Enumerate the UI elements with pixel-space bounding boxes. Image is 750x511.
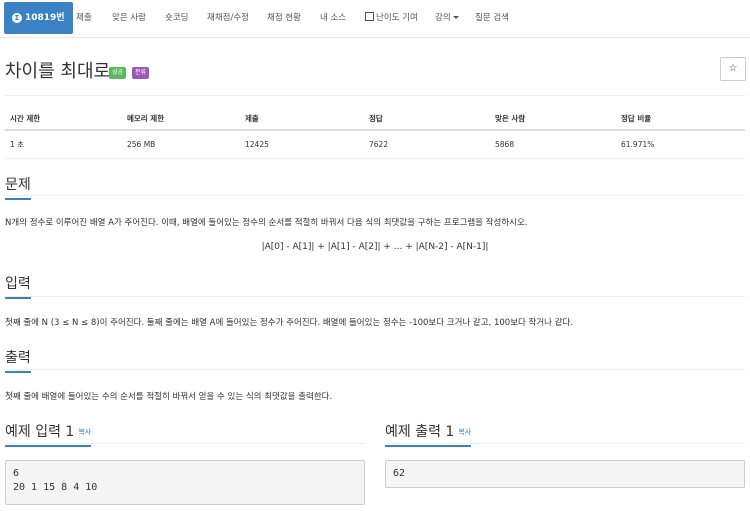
- section-underline: [5, 198, 31, 200]
- stats-table: 시간 제한 메모리 제한 제출 정답 맞은 사람 정답 비율 1 초 256 M…: [5, 108, 745, 159]
- star-button[interactable]: ☆: [720, 57, 746, 81]
- tab-question-search[interactable]: 질문 검색: [475, 0, 509, 37]
- problem-number-label: 10819번: [25, 13, 65, 23]
- section-divider: [385, 443, 745, 444]
- section-underline: [5, 445, 92, 447]
- value-submissions[interactable]: 12425: [240, 130, 364, 159]
- tab-lectures[interactable]: 강의: [435, 0, 459, 37]
- problem-heading-text: 문제: [5, 177, 31, 193]
- section-divider: [5, 443, 365, 444]
- tag-badge[interactable]: 분류: [132, 67, 150, 79]
- copy-sample-output-link[interactable]: 복사: [458, 428, 471, 436]
- lectures-label: 강의: [435, 13, 451, 23]
- value-time-limit: 1 초: [5, 130, 122, 159]
- value-memory-limit: 256 MB: [122, 130, 240, 159]
- stats-row: 1 초 256 MB 12425 7622 5868 61.971%: [5, 130, 745, 159]
- section-underline: [5, 297, 31, 299]
- section-underline: [385, 445, 472, 447]
- caret-down-icon: [452, 16, 459, 19]
- tab-submit[interactable]: 제출: [76, 0, 92, 37]
- section-underline: [5, 371, 31, 373]
- header-accepted-users: 맞은 사람: [490, 108, 616, 131]
- sample-output-title: 예제 출력 1 복사: [385, 421, 472, 447]
- header-memory-limit: 메모리 제한: [122, 108, 240, 131]
- value-accepted-users[interactable]: 5868: [490, 130, 616, 159]
- problem-formula: |A[0] - A[1]| + |A[1] - A[2]| + ... + |A…: [261, 242, 489, 252]
- input-description: 첫째 줄에 N (3 ≤ N ≤ 8)이 주어진다. 둘째 줄에는 배열 A에 …: [5, 318, 574, 328]
- tab-short-coding[interactable]: 숏코딩: [165, 0, 188, 37]
- section-input-title: 입력: [5, 273, 31, 299]
- input-heading-text: 입력: [5, 276, 31, 292]
- external-link-icon: [365, 12, 374, 21]
- output-heading-text: 출력: [5, 350, 31, 366]
- section-problem-title: 문제: [5, 174, 31, 200]
- sample-input-heading-text: 예제 입력 1: [5, 424, 75, 440]
- tab-accepted-users[interactable]: 맞은 사람: [112, 0, 146, 37]
- title-divider: [5, 95, 745, 96]
- header-submissions: 제출: [240, 108, 364, 131]
- value-accept-ratio: 61.971%: [616, 130, 745, 159]
- copy-sample-input-link[interactable]: 복사: [78, 428, 91, 436]
- tab-problem-number[interactable]: Σ 10819번: [4, 2, 73, 34]
- section-output-title: 출력: [5, 347, 31, 373]
- problem-description: N개의 정수로 이루어진 배열 A가 주어진다. 이때, 배열에 들어있는 정수…: [5, 218, 528, 228]
- value-accepted[interactable]: 7622: [364, 130, 490, 159]
- problem-number-icon: Σ: [12, 12, 22, 23]
- sample-input-title: 예제 입력 1 복사: [5, 421, 92, 447]
- section-divider: [5, 195, 745, 196]
- tab-status[interactable]: 채점 현황: [267, 0, 301, 37]
- sample-output-heading-text: 예제 출력 1: [385, 424, 455, 440]
- tab-rejudge[interactable]: 재채점/수정: [207, 0, 249, 37]
- sample-input-box: 6 20 1 15 8 4 10: [5, 460, 365, 505]
- tab-difficulty-contribution[interactable]: 난이도 기여: [365, 0, 418, 37]
- header-time-limit: 시간 제한: [5, 108, 122, 131]
- top-navigation: Σ 10819번 제출 맞은 사람 숏코딩 재채점/수정 채점 현황 내 소스 난…: [0, 0, 750, 38]
- sample-output-box: 62: [385, 460, 745, 488]
- tab-my-source[interactable]: 내 소스: [320, 0, 346, 37]
- output-description: 첫째 줄에 배열에 들어있는 수의 순서를 적절히 바꿔서 얻을 수 있는 식의…: [5, 392, 333, 402]
- section-divider: [5, 296, 745, 297]
- difficulty-label: 난이도 기여: [376, 13, 418, 23]
- header-accept-ratio: 정답 비율: [616, 108, 745, 131]
- section-divider: [5, 369, 745, 370]
- status-badge-success: 성공: [109, 67, 127, 79]
- page-title: 차이를 최대로: [5, 61, 111, 82]
- header-accepted: 정답: [364, 108, 490, 131]
- stats-header-row: 시간 제한 메모리 제한 제출 정답 맞은 사람 정답 비율: [5, 108, 745, 131]
